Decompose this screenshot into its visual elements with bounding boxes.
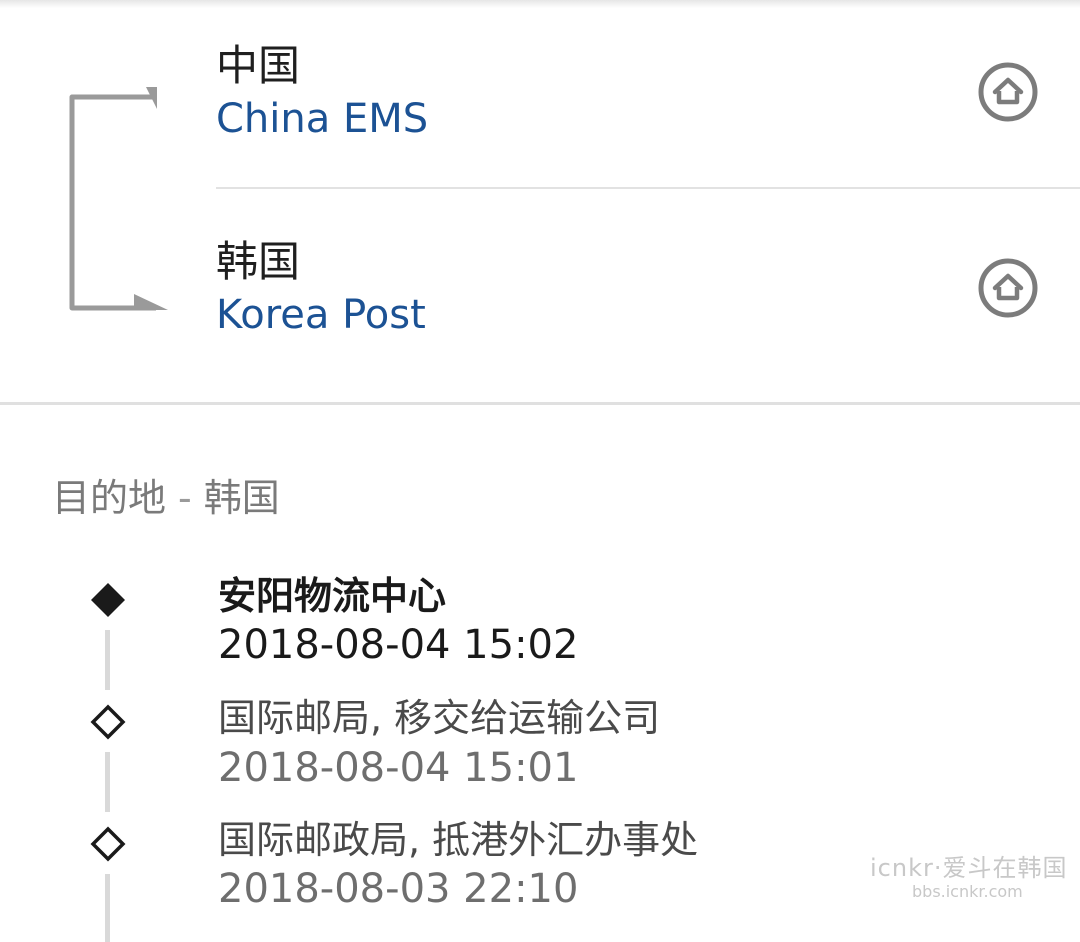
row-divider: [216, 187, 1080, 189]
filled-diamond-icon: [91, 583, 125, 617]
section-divider: [0, 402, 1080, 405]
watermark-text: icnkr·爱斗在韩国: [870, 854, 1068, 882]
home-icon[interactable]: [978, 62, 1038, 122]
origin-carrier-name[interactable]: China EMS: [216, 94, 428, 144]
route-card: 中国 China EMS 韩国 Korea Post: [0, 0, 1080, 403]
destination-country: 韩国: [216, 237, 301, 286]
timeline-item-time: 2018-08-03 22:10: [218, 866, 579, 912]
origin-carrier-row[interactable]: 中国 China EMS: [216, 32, 1080, 182]
watermark-url: bbs.icnkr.com: [912, 882, 1023, 901]
timeline-item-title: 安阳物流中心: [218, 574, 447, 618]
home-icon[interactable]: [978, 258, 1038, 318]
outline-diamond-icon: [90, 704, 126, 740]
route-arrow-icon: [69, 87, 168, 311]
outline-diamond-icon: [90, 826, 126, 862]
destination-carrier-name[interactable]: Korea Post: [216, 290, 426, 340]
timeline-item-title: 国际邮局, 移交给运输公司: [218, 696, 661, 740]
destination-carrier-row[interactable]: 韩国 Korea Post: [216, 228, 1080, 378]
timeline-item-time: 2018-08-04 15:01: [218, 745, 579, 791]
timeline-item-title: 国际邮政局, 抵港外汇办事处: [218, 818, 699, 862]
timeline-item-time: 2018-08-04 15:02: [218, 622, 579, 668]
destination-header: 目的地 - 韩国: [52, 473, 280, 523]
timeline-connector: [105, 630, 110, 690]
timeline-connector: [105, 752, 110, 812]
timeline-connector: [105, 874, 110, 942]
origin-country: 中国: [216, 41, 301, 90]
destination-country-label: 韩国: [203, 476, 280, 520]
watermark: icnkr·爱斗在韩国 bbs.icnkr.com: [870, 848, 1066, 908]
destination-separator: -: [178, 476, 192, 520]
destination-label: 目的地: [52, 476, 167, 520]
